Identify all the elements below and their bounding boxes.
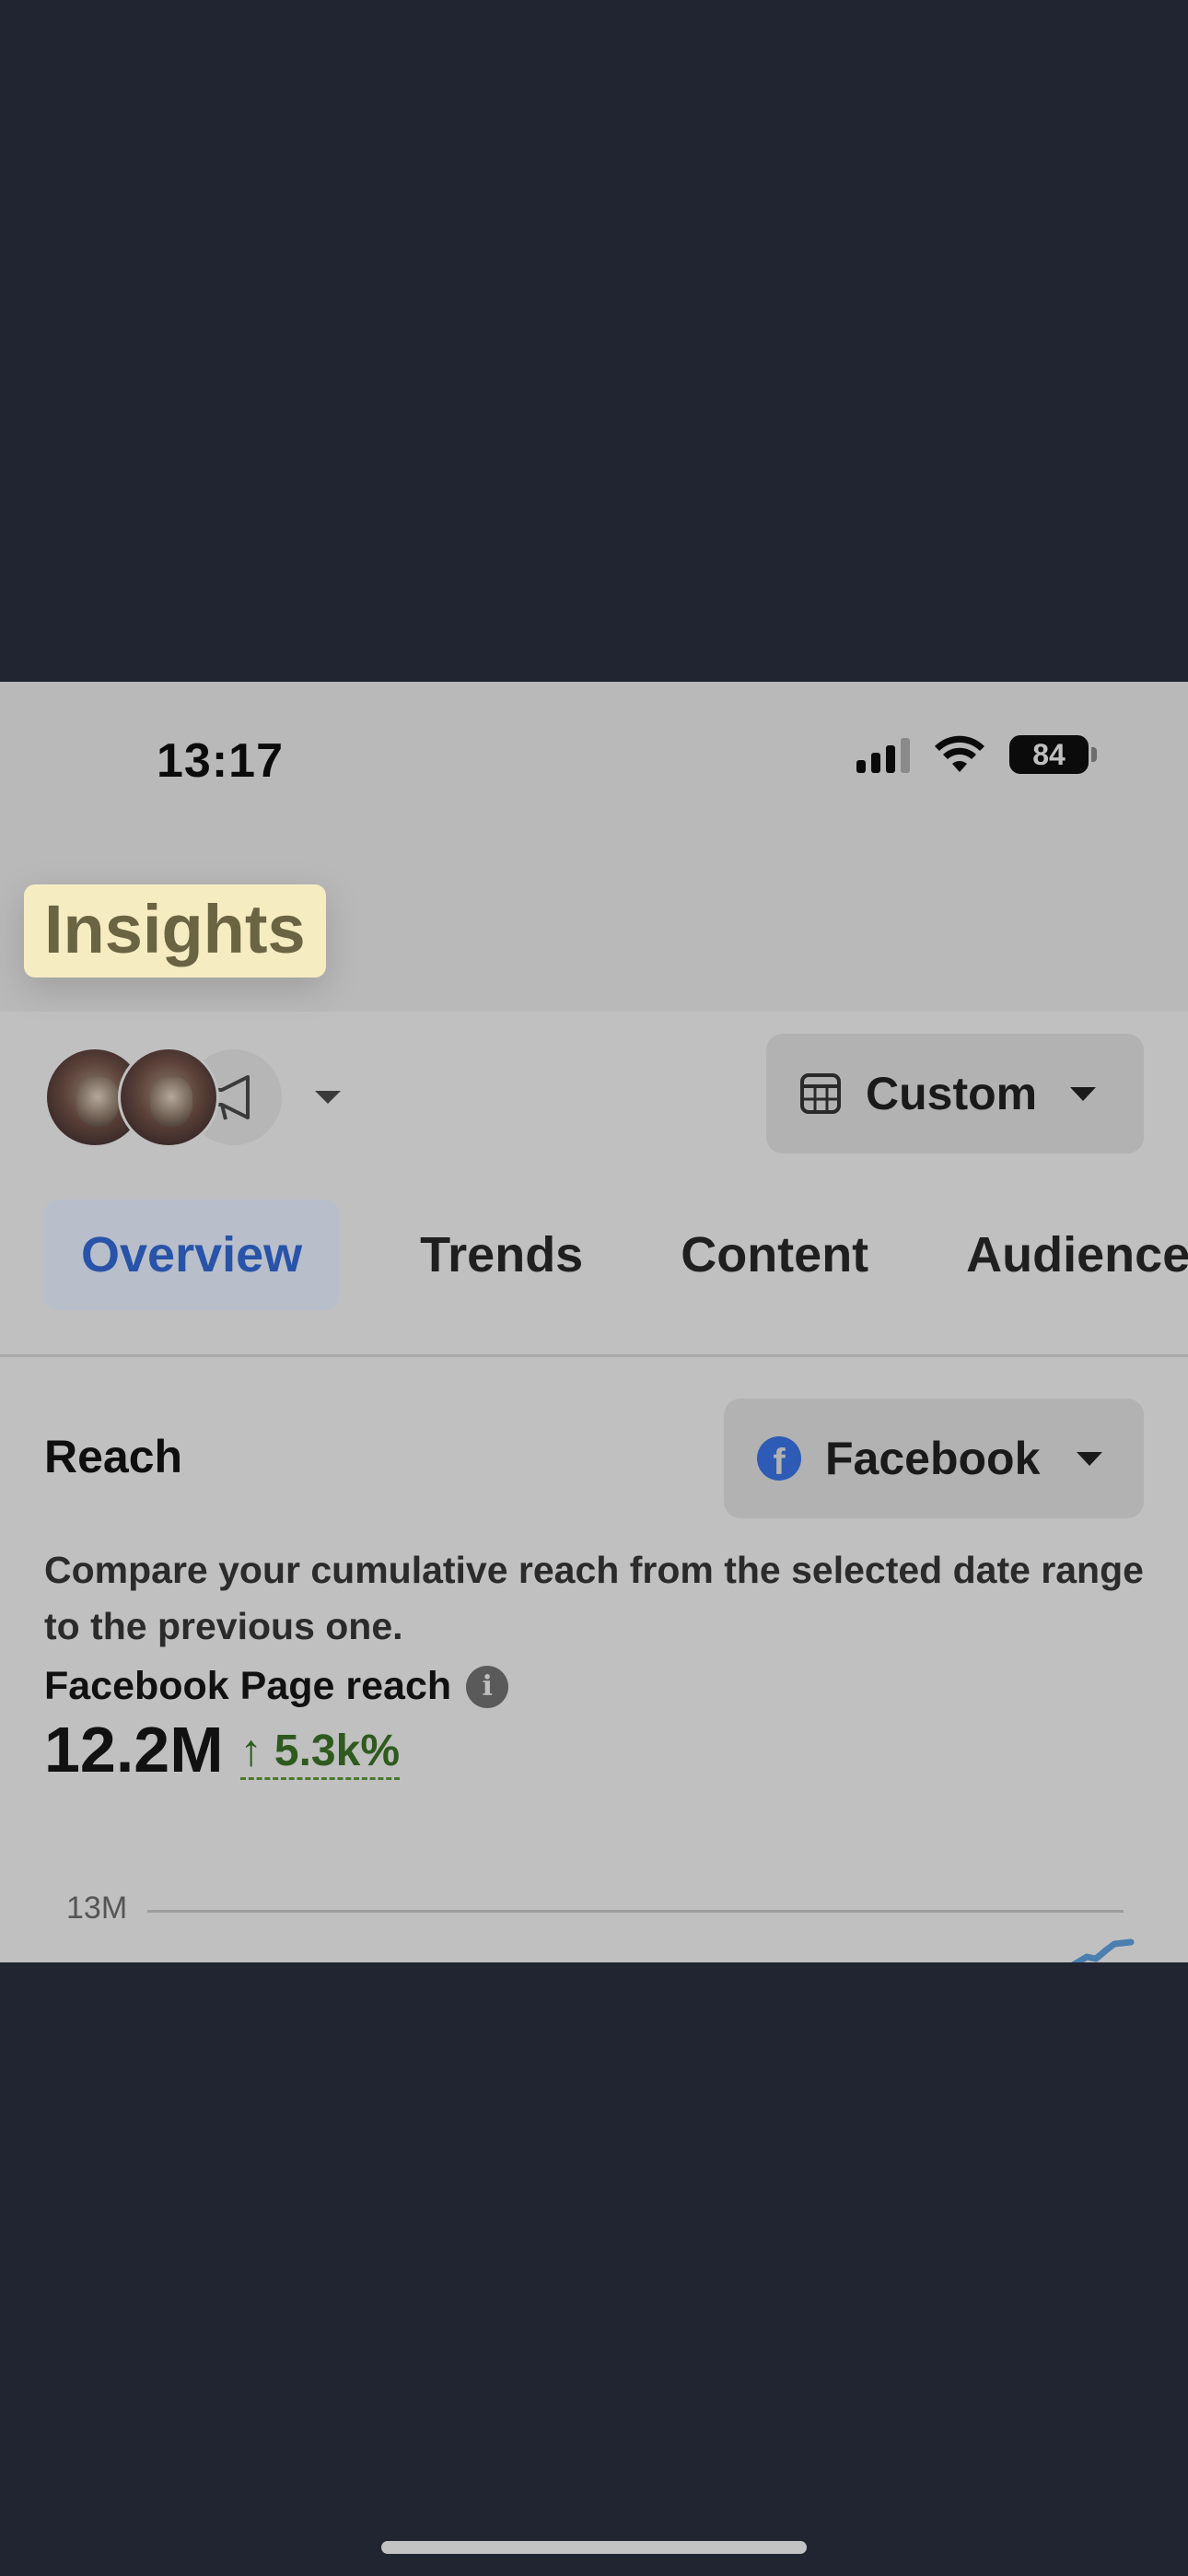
platform-selector[interactable]: f Facebook <box>724 1399 1144 1518</box>
header-area: 13:17 84 Insights <box>0 682 1188 1012</box>
metric-change-badge[interactable]: ↑ 5.3k% <box>239 1729 400 1780</box>
tab-divider <box>0 1354 1188 1357</box>
app-screen: 13:17 84 Insights Custom Overview Trends… <box>0 682 1188 1962</box>
chart-y-axis-label: 13M <box>66 1891 128 1926</box>
date-range-button[interactable]: Custom <box>766 1034 1144 1153</box>
metric-label-row: Facebook Page reach i <box>44 1664 509 1709</box>
info-icon[interactable]: i <box>466 1665 509 1708</box>
chevron-down-icon <box>1070 1086 1097 1101</box>
calendar-icon <box>800 1073 841 1114</box>
tab-content[interactable]: Content <box>644 1200 905 1310</box>
chevron-down-icon <box>1077 1451 1103 1466</box>
tab-audience[interactable]: Audience <box>929 1200 1188 1310</box>
chevron-down-icon[interactable] <box>315 1091 341 1104</box>
wifi-icon <box>935 735 984 772</box>
page-title: Insights <box>24 884 326 978</box>
platform-label: Facebook <box>825 1433 1041 1484</box>
metric-value-row: 12.2M ↑ 5.3k% <box>44 1717 400 1782</box>
profile-avatar <box>118 1047 219 1148</box>
date-range-label: Custom <box>866 1068 1038 1119</box>
section-description: Compare your cumulative reach from the s… <box>44 1549 1144 1647</box>
facebook-icon: f <box>757 1436 801 1481</box>
tab-bar: Overview Trends Content Audience <box>44 1200 1188 1310</box>
status-icons: 84 <box>856 735 1097 774</box>
tab-overview[interactable]: Overview <box>44 1200 340 1310</box>
battery-icon: 84 <box>1009 735 1097 774</box>
cellular-signal-icon <box>856 736 910 773</box>
tab-trends[interactable]: Trends <box>383 1200 620 1310</box>
chart-line <box>1071 1938 1135 1962</box>
account-switcher[interactable] <box>44 1047 341 1148</box>
home-indicator[interactable] <box>381 2541 807 2554</box>
section-title: Reach <box>44 1431 183 1482</box>
battery-level: 84 <box>1032 737 1066 771</box>
status-time: 13:17 <box>157 734 284 788</box>
metric-value: 12.2M <box>44 1714 224 1786</box>
metric-label: Facebook Page reach <box>44 1664 452 1708</box>
chart-gridline <box>147 1910 1124 1913</box>
